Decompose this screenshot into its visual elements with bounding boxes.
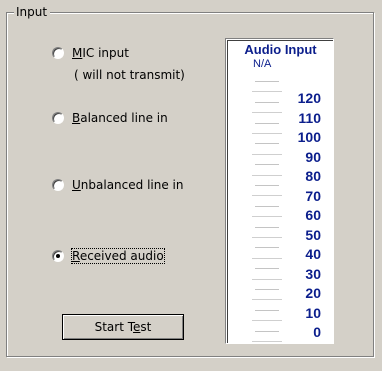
unbalanced-line-in-label: Unbalanced line in [72, 178, 184, 192]
received-audio-radio-circle[interactable] [52, 250, 64, 262]
meter-tick [255, 122, 279, 124]
meter-scale-label: 60 [305, 207, 321, 223]
audio-input-meter-title: Audio Input [244, 42, 317, 57]
meter-tick [255, 185, 279, 186]
audio-input-meter-panel: Audio Input N/A 120 110 100 90 80 70 60 50 40 30 2… [227, 40, 333, 343]
received-audio-label: Received audio [71, 248, 165, 264]
meter-tick [252, 112, 282, 114]
meter-tick [255, 268, 279, 270]
meter-tick [252, 299, 282, 301]
mic-input-radio-circle[interactable] [52, 47, 64, 59]
meter-tick [255, 226, 279, 228]
unbalanced-line-in-radio-circle[interactable] [52, 179, 64, 191]
meter-scale-label: 30 [305, 265, 321, 282]
mic-input-label: MIC input [72, 46, 129, 60]
meter-tick [255, 330, 279, 332]
meter-scale-label: 10 [305, 304, 321, 321]
meter-tick [252, 341, 282, 342]
meter-tick [252, 195, 282, 197]
meter-tick [252, 320, 282, 322]
meter-tick [255, 164, 279, 166]
meter-tick [252, 153, 282, 155]
meter-scale-label: 20 [305, 285, 321, 301]
meter-tick [255, 81, 279, 82]
balanced-line-in-radio[interactable]: Balanced line in [52, 110, 168, 126]
mic-input-sublabel: ( will not transmit) [74, 68, 185, 82]
meter-tick [255, 101, 279, 103]
meter-tick [252, 133, 282, 134]
meter-tick [252, 278, 282, 280]
meter-tick [252, 237, 282, 238]
meter-scale-label: 100 [297, 129, 321, 145]
mic-input-radio[interactable]: MIC input [52, 45, 129, 61]
meter-tick [252, 216, 282, 218]
audio-input-meter-track [252, 81, 282, 343]
meter-scale-label: 120 [297, 90, 321, 106]
start-test-button[interactable]: Start Test [62, 314, 184, 340]
meter-tick [252, 174, 282, 176]
unbalanced-line-in-radio[interactable]: Unbalanced line in [52, 177, 184, 193]
meter-scale-label: 0 [313, 324, 321, 340]
meter-tick [252, 91, 282, 93]
meter-tick [255, 143, 279, 145]
meter-scale-label: 50 [305, 226, 321, 243]
meter-tick [255, 309, 279, 311]
meter-tick [255, 247, 279, 249]
balanced-line-in-label: Balanced line in [72, 111, 168, 125]
meter-scale-label: 80 [305, 168, 321, 184]
meter-scale-label: 40 [305, 246, 321, 262]
meter-scale-label: 90 [305, 148, 321, 165]
start-test-label: Start Test [94, 320, 152, 334]
audio-input-meter-status: N/A [253, 58, 272, 70]
received-audio-radio[interactable]: Received audio [52, 248, 165, 264]
meter-tick [252, 257, 282, 259]
balanced-line-in-radio-circle[interactable] [52, 112, 64, 124]
input-group-title: Input [14, 5, 51, 19]
meter-tick [255, 205, 279, 207]
audio-input-meter: Audio Input N/A 120 110 100 90 80 70 60 50 40 30 2… [225, 38, 334, 344]
meter-scale-label: 70 [305, 187, 321, 204]
meter-scale-label: 110 [298, 109, 321, 126]
meter-tick [255, 289, 279, 290]
